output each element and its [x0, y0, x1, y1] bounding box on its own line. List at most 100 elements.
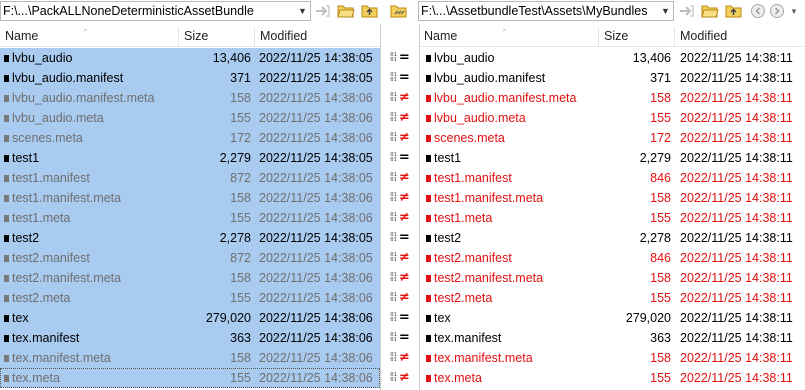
left-file-name: tex.manifest.meta — [4, 348, 176, 368]
left-file-name-text: lvbu_audio.manifest — [12, 71, 124, 85]
folder-sync-icon[interactable] — [389, 1, 409, 21]
compare-indicator[interactable]: 01 01 = — [381, 308, 419, 328]
right-file-row[interactable]: lvbu_audio.manifest 371 2022/11/25 14:38:1… — [420, 68, 805, 88]
file-icon — [426, 235, 431, 242]
left-name-header[interactable]: ˆ Name — [0, 27, 179, 46]
forward-icon[interactable] — [767, 1, 787, 21]
right-file-row[interactable]: test1.meta 155 2022/11/25 14:38:11 — [420, 208, 805, 228]
compare-indicator[interactable]: 01 01 = — [381, 68, 419, 88]
right-file-row[interactable]: test1 2,279 2022/11/25 14:38:11 — [420, 148, 805, 168]
left-file-row[interactable]: tex.meta 155 2022/11/25 14:38:06 — [0, 368, 380, 388]
left-file-row[interactable]: lvbu_audio.manifest.meta 158 2022/11/25 14… — [0, 88, 380, 108]
right-file-row[interactable]: scenes.meta 172 2022/11/25 14:38:11 — [420, 128, 805, 148]
file-icon — [4, 295, 9, 302]
left-file-row[interactable]: test2.manifest.meta 158 2022/11/25 14:38:0… — [0, 268, 380, 288]
folder-open-icon[interactable] — [700, 1, 720, 21]
compare-indicator[interactable]: 01 01 ≠ — [381, 268, 419, 288]
compare-indicator[interactable]: 01 01 ≠ — [381, 248, 419, 268]
left-file-name-text: test2.meta — [12, 291, 71, 305]
right-file-row[interactable]: lvbu_audio.meta 155 2022/11/25 14:38:11 — [420, 108, 805, 128]
file-icon — [426, 375, 431, 382]
compare-indicator[interactable]: 01 01 = — [381, 148, 419, 168]
folder-open-icon[interactable] — [336, 1, 356, 21]
right-modified-header[interactable]: Modified — [675, 27, 805, 46]
left-path-combobox[interactable]: F:\...\PackALLNoneDeterministicAssetBund… — [0, 1, 311, 21]
right-file-row[interactable]: test2.manifest 846 2022/11/25 14:38:11 — [420, 248, 805, 268]
right-file-modified: 2022/11/25 14:38:11 — [680, 291, 793, 305]
swap-icon[interactable] — [313, 1, 333, 21]
swap-icon[interactable] — [677, 1, 697, 21]
right-file-row[interactable]: tex.manifest.meta 158 2022/11/25 14:38:11 — [420, 348, 805, 368]
left-file-row[interactable]: test2.meta 155 2022/11/25 14:38:06 — [0, 288, 380, 308]
left-file-row[interactable]: tex 279,020 2022/11/25 14:38:06 — [0, 308, 380, 328]
left-file-name: test1 — [4, 148, 176, 168]
file-icon — [426, 335, 431, 342]
left-file-row[interactable]: test1.manifest 872 2022/11/25 14:38:05 — [0, 168, 380, 188]
folder-up-icon[interactable] — [724, 1, 744, 21]
right-file-row[interactable]: tex.meta 155 2022/11/25 14:38:11 — [420, 368, 805, 388]
left-file-row[interactable]: test2.manifest 872 2022/11/25 14:38:05 — [0, 248, 380, 268]
left-file-row[interactable]: test2 2,278 2022/11/25 14:38:05 — [0, 228, 380, 248]
right-file-modified: 2022/11/25 14:38:11 — [680, 151, 793, 165]
right-file-size: 155 — [650, 111, 671, 125]
left-file-modified: 2022/11/25 14:38:06 — [259, 91, 373, 105]
right-file-row[interactable]: test2.manifest.meta 158 2022/11/25 14:38:1… — [420, 268, 805, 288]
chevron-down-icon[interactable]: ▼ — [658, 2, 673, 20]
compare-indicator[interactable]: 01 01 ≠ — [381, 188, 419, 208]
compare-indicator[interactable]: 01 01 ≠ — [381, 88, 419, 108]
left-file-name: test1.meta — [4, 208, 176, 228]
left-file-row[interactable]: tex.manifest.meta 158 2022/11/25 14:38:06 — [0, 348, 380, 368]
compare-indicator[interactable]: 01 01 ≠ — [381, 208, 419, 228]
right-file-name: lvbu_audio.manifest — [426, 68, 598, 88]
left-file-row[interactable]: test1 2,279 2022/11/25 14:38:05 — [0, 148, 380, 168]
binary-compare-bits: 01 — [390, 337, 397, 343]
right-file-row[interactable]: tex.manifest 363 2022/11/25 14:38:11 — [420, 328, 805, 348]
right-file-name-text: lvbu_audio — [434, 51, 495, 65]
right-file-row[interactable]: lvbu_audio 13,406 2022/11/25 14:38:11 — [420, 48, 805, 68]
compare-indicator[interactable]: 01 01 ≠ — [381, 108, 419, 128]
left-path-text: F:\...\PackALLNoneDeterministicAssetBund… — [3, 4, 254, 18]
right-file-row[interactable]: tex 279,020 2022/11/25 14:38:11 — [420, 308, 805, 328]
left-file-row[interactable]: scenes.meta 172 2022/11/25 14:38:06 — [0, 128, 380, 148]
left-file-row[interactable]: lvbu_audio 13,406 2022/11/25 14:38:05 — [0, 48, 380, 68]
binary-compare-icon: 01 01 — [390, 232, 397, 243]
left-size-header[interactable]: Size — [179, 27, 255, 46]
back-icon[interactable] — [748, 1, 768, 21]
right-path-combobox[interactable]: F:\...\AssetbundleTest\Assets\MyBundles … — [418, 1, 674, 21]
left-file-modified: 2022/11/25 14:38:05 — [259, 71, 373, 85]
right-file-name-text: test2.manifest — [434, 251, 512, 265]
left-file-row[interactable]: test1.meta 155 2022/11/25 14:38:06 — [0, 208, 380, 228]
compare-indicator[interactable]: 01 01 = — [381, 228, 419, 248]
right-file-row[interactable]: lvbu_audio.manifest.meta 158 2022/11/25 14… — [420, 88, 805, 108]
right-file-name: test1.meta — [426, 208, 598, 228]
right-name-header[interactable]: ˆ Name — [419, 27, 599, 46]
left-file-modified: 2022/11/25 14:38:06 — [259, 371, 373, 385]
binary-compare-icon: 01 01 — [390, 112, 397, 123]
folder-up-icon[interactable] — [360, 1, 380, 21]
right-file-row[interactable]: test1.manifest 846 2022/11/25 14:38:11 — [420, 168, 805, 188]
compare-indicator[interactable]: 01 01 ≠ — [381, 128, 419, 148]
left-file-row[interactable]: test1.manifest.meta 158 2022/11/25 14:38:0… — [0, 188, 380, 208]
left-file-row[interactable]: lvbu_audio.meta 155 2022/11/25 14:38:06 — [0, 108, 380, 128]
compare-indicator[interactable]: 01 01 ≠ — [381, 368, 419, 388]
chevron-down-icon[interactable]: ▼ — [787, 1, 801, 21]
file-icon — [426, 195, 431, 202]
file-icon — [426, 115, 431, 122]
compare-indicator[interactable]: 01 01 ≠ — [381, 288, 419, 308]
left-file-name: lvbu_audio.manifest — [4, 68, 176, 88]
right-file-name-text: tex.meta — [434, 371, 482, 385]
right-column-header: ˆ Name Size Modified — [419, 27, 805, 47]
compare-indicator[interactable]: 01 01 = — [381, 328, 419, 348]
right-file-row[interactable]: test2.meta 155 2022/11/25 14:38:11 — [420, 288, 805, 308]
right-file-row[interactable]: test2 2,278 2022/11/25 14:38:11 — [420, 228, 805, 248]
left-file-row[interactable]: lvbu_audio.manifest 371 2022/11/25 14:38:0… — [0, 68, 380, 88]
chevron-down-icon[interactable]: ▼ — [295, 2, 310, 20]
left-file-row[interactable]: tex.manifest 363 2022/11/25 14:38:06 — [0, 328, 380, 348]
compare-indicator[interactable]: 01 01 = — [381, 48, 419, 68]
right-size-header[interactable]: Size — [599, 27, 675, 46]
file-icon — [4, 355, 9, 362]
compare-indicator[interactable]: 01 01 ≠ — [381, 168, 419, 188]
left-modified-header[interactable]: Modified — [255, 27, 380, 46]
right-file-row[interactable]: test1.manifest.meta 158 2022/11/25 14:38:1… — [420, 188, 805, 208]
compare-indicator[interactable]: 01 01 ≠ — [381, 348, 419, 368]
